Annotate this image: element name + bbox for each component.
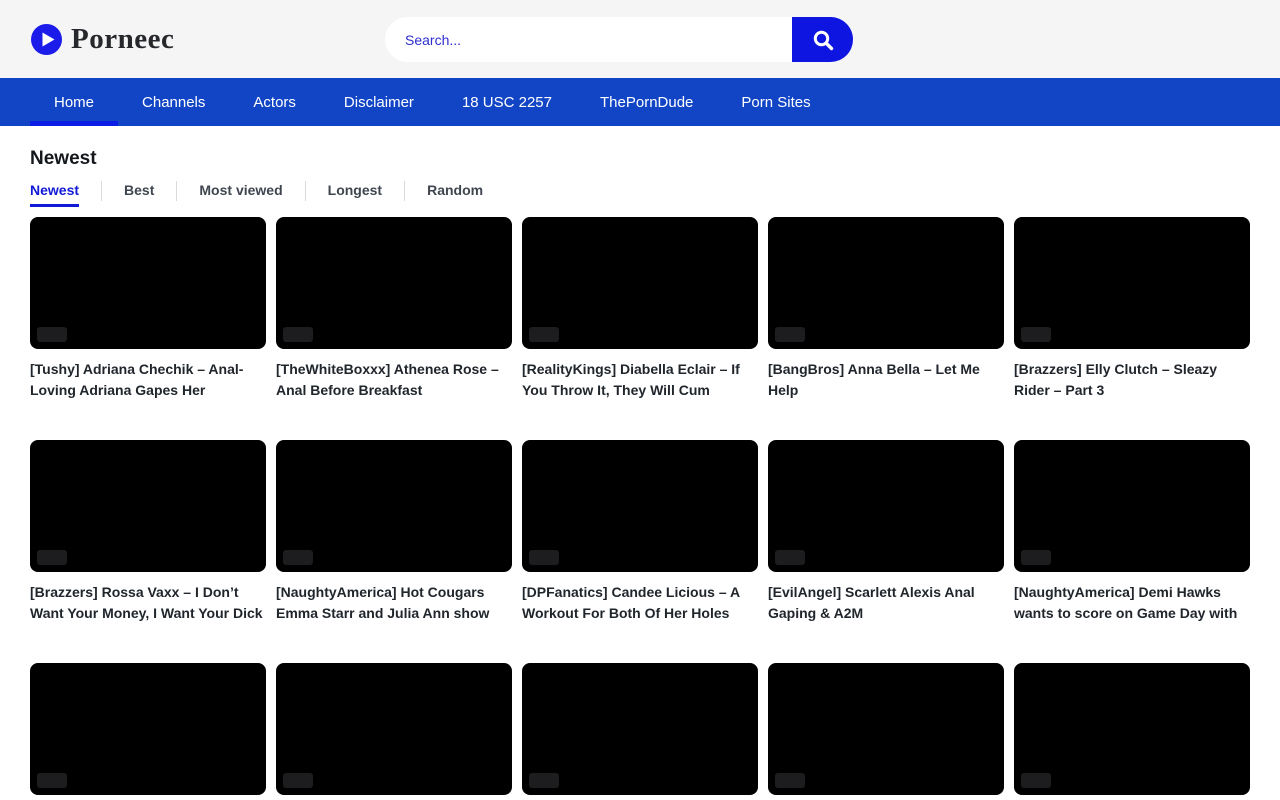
video-card[interactable]: [Brazzers] Rossa Vaxx – I Don’t Want You… <box>30 440 266 624</box>
tab-newest[interactable]: Newest <box>30 180 79 207</box>
tab-longest[interactable]: Longest <box>328 180 382 207</box>
video-card[interactable] <box>1014 663 1250 800</box>
video-thumbnail[interactable] <box>1014 217 1250 349</box>
duration-badge <box>283 550 313 565</box>
main-nav: Home Channels Actors Disclaimer 18 USC 2… <box>0 78 1280 126</box>
video-title[interactable]: [NaughtyAmerica] Hot Cougars Emma Starr … <box>276 582 512 624</box>
nav-item-channels[interactable]: Channels <box>118 78 229 126</box>
nav-item-actors[interactable]: Actors <box>229 78 320 126</box>
video-thumbnail[interactable] <box>276 440 512 572</box>
video-title[interactable]: [DPFanatics] Candee Licious – A Workout … <box>522 582 758 624</box>
tab-most-viewed[interactable]: Most viewed <box>199 180 282 207</box>
tab-random[interactable]: Random <box>427 180 483 207</box>
duration-badge <box>529 773 559 788</box>
logo-text: Porneec <box>71 23 174 56</box>
page-title: Newest <box>30 148 1250 170</box>
play-circle-icon <box>31 24 62 55</box>
video-title[interactable]: [Brazzers] Rossa Vaxx – I Don’t Want You… <box>30 582 266 624</box>
duration-badge <box>1021 550 1051 565</box>
video-grid: [Tushy] Adriana Chechik – Anal-Loving Ad… <box>30 217 1250 800</box>
video-thumbnail[interactable] <box>522 663 758 795</box>
video-card[interactable]: [DPFanatics] Candee Licious – A Workout … <box>522 440 758 624</box>
video-card[interactable]: [TheWhiteBoxxx] Athenea Rose – Anal Befo… <box>276 217 512 401</box>
duration-badge <box>1021 773 1051 788</box>
duration-badge <box>529 327 559 342</box>
nav-item-theporndude[interactable]: ThePornDude <box>576 78 717 126</box>
site-logo[interactable]: Porneec <box>31 23 174 56</box>
video-card[interactable]: [RealityKings] Diabella Eclair – If You … <box>522 217 758 401</box>
video-title[interactable]: [TheWhiteBoxxx] Athenea Rose – Anal Befo… <box>276 359 512 401</box>
video-thumbnail[interactable] <box>30 217 266 349</box>
tab-separator <box>101 181 102 201</box>
video-card[interactable]: [BangBros] Anna Bella – Let Me Help <box>768 217 1004 401</box>
search-icon <box>811 28 835 52</box>
site-header: Porneec <box>0 0 1280 78</box>
duration-badge <box>775 550 805 565</box>
nav-item-porn-sites[interactable]: Porn Sites <box>717 78 834 126</box>
video-card[interactable] <box>522 663 758 800</box>
video-title[interactable]: [Brazzers] Elly Clutch – Sleazy Rider – … <box>1014 359 1250 401</box>
video-thumbnail[interactable] <box>276 217 512 349</box>
duration-badge <box>283 327 313 342</box>
video-card[interactable]: [EvilAngel] Scarlett Alexis Anal Gaping … <box>768 440 1004 624</box>
video-thumbnail[interactable] <box>276 663 512 795</box>
video-thumbnail[interactable] <box>1014 440 1250 572</box>
video-thumbnail[interactable] <box>522 440 758 572</box>
duration-badge <box>37 773 67 788</box>
video-title[interactable]: [NaughtyAmerica] Demi Hawks wants to sco… <box>1014 582 1250 624</box>
video-thumbnail[interactable] <box>30 440 266 572</box>
tab-separator <box>404 181 405 201</box>
search-bar <box>385 17 853 62</box>
video-thumbnail[interactable] <box>768 217 1004 349</box>
search-input[interactable] <box>385 17 792 62</box>
nav-item-home[interactable]: Home <box>30 78 118 126</box>
video-thumbnail[interactable] <box>1014 663 1250 795</box>
video-thumbnail[interactable] <box>30 663 266 795</box>
video-title[interactable]: [Tushy] Adriana Chechik – Anal-Loving Ad… <box>30 359 266 401</box>
video-card[interactable] <box>768 663 1004 800</box>
duration-badge <box>529 550 559 565</box>
main-content: Newest Newest Best Most viewed Longest R… <box>0 148 1280 800</box>
video-title[interactable]: [EvilAngel] Scarlett Alexis Anal Gaping … <box>768 582 1004 624</box>
video-card[interactable]: [Brazzers] Elly Clutch – Sleazy Rider – … <box>1014 217 1250 401</box>
duration-badge <box>283 773 313 788</box>
duration-badge <box>37 327 67 342</box>
video-thumbnail[interactable] <box>768 663 1004 795</box>
video-card[interactable] <box>30 663 266 800</box>
video-card[interactable] <box>276 663 512 800</box>
nav-item-disclaimer[interactable]: Disclaimer <box>320 78 438 126</box>
duration-badge <box>37 550 67 565</box>
tab-separator <box>305 181 306 201</box>
sort-tabs: Newest Best Most viewed Longest Random <box>30 180 1250 207</box>
tab-separator <box>176 181 177 201</box>
search-button[interactable] <box>792 17 853 62</box>
duration-badge <box>775 327 805 342</box>
video-thumbnail[interactable] <box>768 440 1004 572</box>
video-title[interactable]: [BangBros] Anna Bella – Let Me Help <box>768 359 1004 401</box>
tab-best[interactable]: Best <box>124 180 154 207</box>
video-card[interactable]: [NaughtyAmerica] Demi Hawks wants to sco… <box>1014 440 1250 624</box>
video-card[interactable]: [Tushy] Adriana Chechik – Anal-Loving Ad… <box>30 217 266 401</box>
video-thumbnail[interactable] <box>522 217 758 349</box>
duration-badge <box>1021 327 1051 342</box>
video-card[interactable]: [NaughtyAmerica] Hot Cougars Emma Starr … <box>276 440 512 624</box>
duration-badge <box>775 773 805 788</box>
video-title[interactable]: [RealityKings] Diabella Eclair – If You … <box>522 359 758 401</box>
nav-item-18-usc-2257[interactable]: 18 USC 2257 <box>438 78 576 126</box>
